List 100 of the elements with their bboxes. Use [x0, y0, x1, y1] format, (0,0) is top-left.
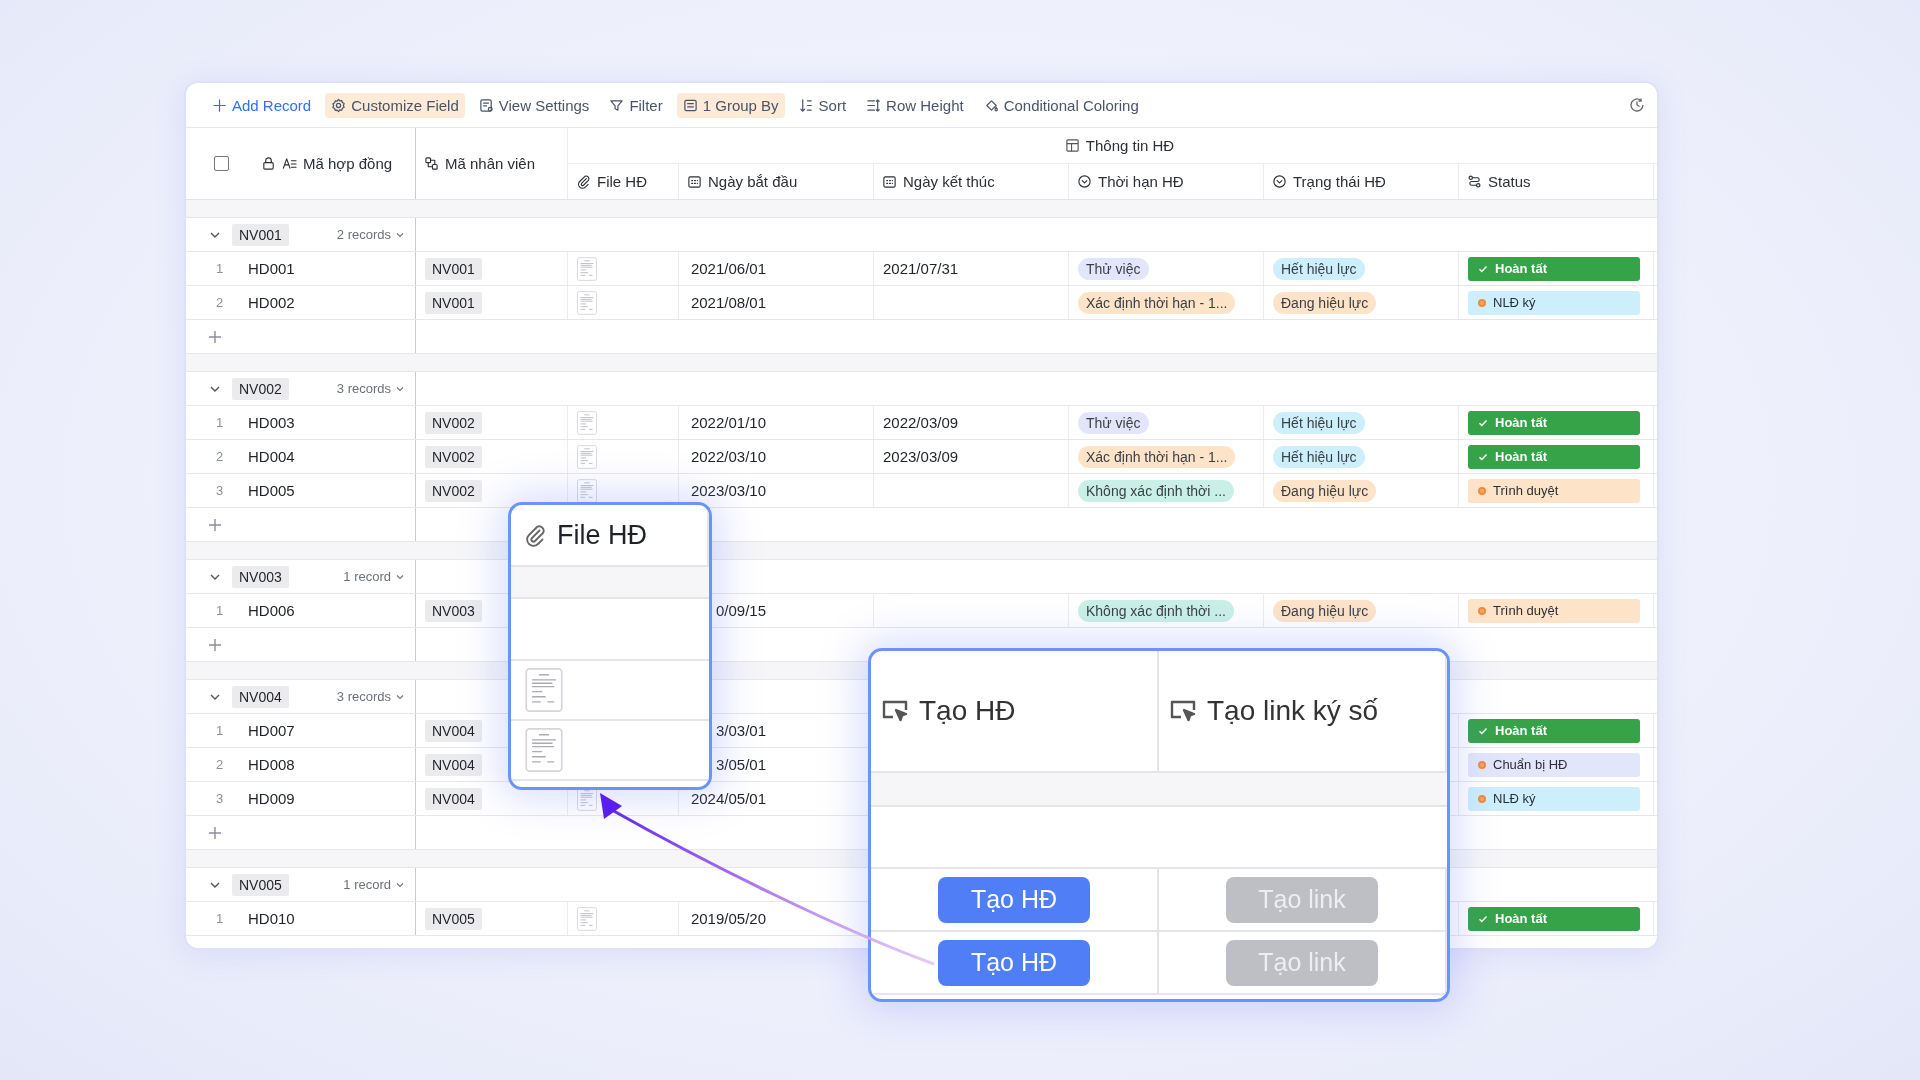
table-cell: 2021/07/31: [883, 260, 959, 277]
status-tag: NLĐ ký: [1468, 786, 1640, 811]
row-number: 3: [216, 483, 225, 498]
employee-tag: NV001: [425, 257, 482, 280]
column-header: File HĐ: [557, 519, 647, 551]
column-header[interactable]: Mã nhân viên: [445, 155, 536, 172]
link-field-icon: [424, 156, 439, 171]
toolbar-button[interactable]: Sort: [792, 92, 853, 118]
toolbar-button[interactable]: View Settings: [472, 92, 596, 118]
toolbar-button[interactable]: Add Record: [206, 92, 318, 118]
group-tag: NV003: [232, 565, 289, 588]
table-cell: HD002: [248, 294, 295, 311]
state-tag: Đang hiệu lực: [1273, 291, 1377, 314]
table-cell-text: 0/09/15: [714, 602, 766, 619]
document-thumbnail-icon[interactable]: [525, 728, 563, 772]
employee-tag: NV004: [425, 787, 482, 810]
document-thumbnail-icon[interactable]: [577, 290, 597, 315]
column-header[interactable]: Ngày bắt đầu: [708, 173, 798, 190]
plus-icon: [212, 97, 227, 113]
status-tag: NLĐ ký: [1468, 290, 1640, 315]
status-tag: Hoàn tất: [1468, 906, 1640, 931]
check-icon: [1478, 263, 1488, 274]
employee-tag: NV004: [425, 753, 482, 776]
state-tag: Hết hiệu lực: [1273, 257, 1365, 280]
record-count[interactable]: 3 records: [336, 381, 405, 396]
term-tag: Xác định thời hạn - 1...: [1078, 445, 1236, 468]
document-thumbnail-icon[interactable]: [577, 256, 597, 281]
plus-icon[interactable]: [208, 517, 222, 532]
status-tag: Hoàn tất: [1468, 718, 1640, 743]
toolbar-button[interactable]: 1 Group By: [676, 92, 785, 118]
group-icon: [682, 97, 698, 113]
toolbar-button[interactable]: Filter: [603, 92, 669, 118]
document-thumbnail-icon[interactable]: [577, 478, 597, 503]
employee-tag: NV001: [425, 291, 482, 314]
column-header[interactable]: Mã hợp đồng: [303, 155, 393, 172]
state-tag: Hết hiệu lực: [1273, 411, 1365, 434]
term-tag: Thử việc: [1078, 411, 1149, 434]
toolbar-button[interactable]: Conditional Coloring: [977, 92, 1145, 118]
plus-icon[interactable]: [208, 825, 222, 840]
employee-tag: NV002: [425, 479, 482, 502]
row-number: 2: [216, 449, 225, 464]
column-header[interactable]: Thời hạn HĐ: [1098, 173, 1184, 190]
record-count[interactable]: 1 record: [343, 569, 405, 584]
settings-icon: [331, 97, 347, 113]
group-tag: NV004: [232, 685, 289, 708]
table-cell: HD008: [248, 756, 295, 773]
select-all-checkbox[interactable]: [214, 156, 229, 171]
status-tag: Trình duyệt: [1468, 478, 1640, 503]
table-cell-text: 2022/03/10: [689, 448, 766, 465]
group-tag: NV001: [232, 223, 289, 246]
term-tag: Không xác định thời ...: [1078, 599, 1234, 622]
row-number: 3: [216, 791, 225, 806]
column-header: Tạo HĐ: [919, 695, 1016, 727]
document-thumbnail-icon[interactable]: [577, 906, 597, 931]
text-field-icon: [282, 156, 297, 171]
record-count[interactable]: 3 records: [336, 689, 405, 704]
action-button[interactable]: Tạo HĐ: [938, 876, 1090, 923]
table-cell-text: 2023/03/10: [689, 482, 766, 499]
view-settings-icon: [478, 97, 494, 113]
row-number: 1: [216, 723, 225, 738]
record-count[interactable]: 1 record: [343, 877, 405, 892]
group-tag: NV005: [232, 873, 289, 896]
column-header[interactable]: Status: [1488, 173, 1531, 190]
table-cell: 2023/03/09: [883, 448, 959, 465]
row-number: 2: [216, 295, 225, 310]
check-icon: [1478, 451, 1488, 462]
table-cell: HD010: [248, 910, 295, 927]
toolbar-button[interactable]: Row Height: [860, 92, 970, 118]
employee-tag: NV004: [425, 719, 482, 742]
table-cell: HD005: [248, 482, 295, 499]
table-cell-text: 2021/06/01: [689, 260, 766, 277]
column-header: Tạo link ký số: [1207, 695, 1379, 727]
term-tag: Không xác định thời ...: [1078, 479, 1234, 502]
table-cell: HD007: [248, 722, 295, 739]
document-thumbnail-icon[interactable]: [577, 410, 597, 435]
table-cell: HD006: [248, 602, 295, 619]
table-cell-text: 3/05/01: [714, 756, 766, 773]
plus-icon[interactable]: [208, 637, 222, 652]
table-cell: HD001: [248, 260, 295, 277]
table-cell: HD009: [248, 790, 295, 807]
toolbar-button[interactable]: Customize Field: [325, 92, 465, 118]
status-tag: Hoàn tất: [1468, 410, 1640, 435]
history-icon[interactable]: [1629, 97, 1645, 113]
document-thumbnail-icon[interactable]: [525, 668, 563, 712]
table-cell-text: 2024/05/01: [689, 790, 766, 807]
state-tag: Hết hiệu lực: [1273, 445, 1365, 468]
row-number: 1: [216, 911, 225, 926]
group-tag: NV002: [232, 377, 289, 400]
column-header[interactable]: Ngày kết thúc: [903, 173, 995, 190]
check-icon: [1478, 417, 1488, 428]
column-header[interactable]: Trạng thái HĐ: [1293, 173, 1386, 190]
dropdown-field-icon: [1077, 174, 1092, 189]
column-header[interactable]: File HĐ: [597, 173, 647, 190]
document-thumbnail-icon[interactable]: [577, 444, 597, 469]
calendar-icon: [882, 174, 897, 189]
record-count[interactable]: 2 records: [336, 227, 405, 242]
employee-tag: NV003: [425, 599, 482, 622]
plus-icon[interactable]: [208, 329, 222, 344]
table-cell: HD004: [248, 448, 295, 465]
action-button[interactable]: Tạo HĐ: [938, 939, 1090, 986]
